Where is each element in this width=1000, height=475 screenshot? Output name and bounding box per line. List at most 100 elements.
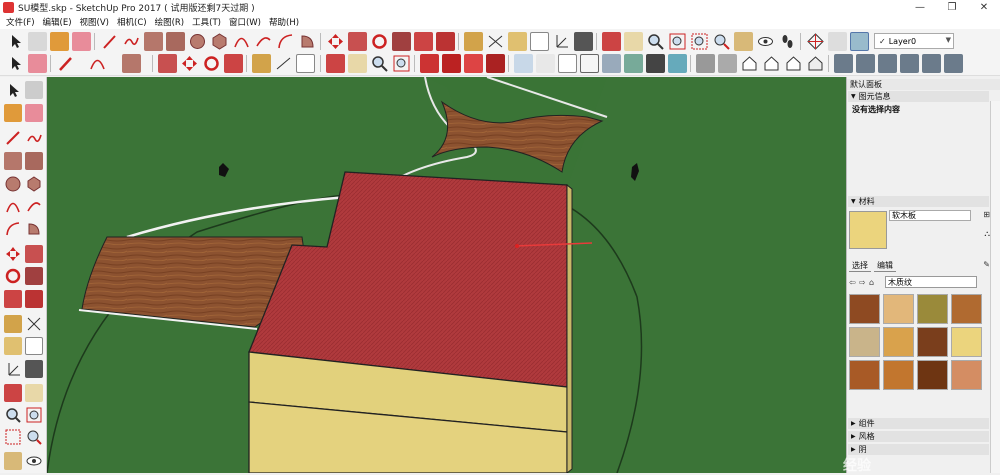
material-swatch[interactable] [917, 360, 948, 390]
zoom-2-icon[interactable] [370, 54, 389, 73]
material-swatch[interactable] [951, 360, 982, 390]
close-button[interactable]: ✕ [968, 0, 1000, 15]
lt-rotated-rect-icon[interactable] [25, 152, 43, 170]
lt-rotate-icon[interactable] [4, 267, 22, 285]
menu-tools[interactable]: 工具(T) [188, 16, 225, 28]
orbit-2-icon[interactable] [326, 54, 345, 73]
orbit-icon[interactable] [602, 32, 621, 51]
material-swatch[interactable] [883, 294, 914, 324]
lt-orbit-icon[interactable] [4, 384, 22, 402]
polygon-icon[interactable] [210, 32, 229, 51]
tab-edit[interactable]: 编辑 [874, 260, 896, 272]
material-swatch[interactable] [883, 360, 914, 390]
extension-warehouse-icon[interactable] [464, 54, 483, 73]
rotate-2-icon[interactable] [202, 54, 221, 73]
monochrome-style-icon[interactable] [646, 54, 665, 73]
3d-text-icon[interactable] [574, 32, 593, 51]
position-camera-icon[interactable] [734, 32, 753, 51]
sample-paint-icon[interactable]: ✎ [983, 260, 990, 269]
back-view-icon[interactable] [784, 54, 803, 73]
lt-component-icon[interactable] [25, 81, 43, 99]
make-component-icon[interactable] [28, 32, 47, 51]
material-swatch[interactable] [917, 327, 948, 357]
tape-measure-icon[interactable] [464, 32, 483, 51]
look-around-icon[interactable] [756, 32, 775, 51]
lt-previous-icon[interactable] [25, 428, 43, 446]
dimension-2-icon[interactable] [274, 54, 293, 73]
material-swatch[interactable] [951, 327, 982, 357]
menu-edit[interactable]: 编辑(E) [39, 16, 76, 28]
offset-icon[interactable] [436, 32, 455, 51]
tray-scrollbar[interactable] [990, 101, 1000, 473]
shadows-header[interactable]: ▶ 阴 [848, 444, 989, 455]
styles-header[interactable]: ▶ 风格 [848, 431, 989, 442]
lt-pie-icon[interactable] [25, 220, 43, 238]
lt-zoom-icon[interactable] [4, 406, 22, 424]
minimize-button[interactable]: — [904, 0, 936, 15]
scale-2-icon[interactable] [224, 54, 243, 73]
zoom-window-icon[interactable] [668, 32, 687, 51]
lt-arc3-icon[interactable] [4, 220, 22, 238]
components-header[interactable]: ▶ 组件 [848, 418, 989, 429]
right-view-icon[interactable] [762, 54, 781, 73]
lt-3d-text-icon[interactable] [25, 360, 43, 378]
arc-dropdown-icon[interactable] [88, 54, 107, 73]
menu-window[interactable]: 窗口(W) [225, 16, 265, 28]
lt-follow-me-icon[interactable] [25, 267, 43, 285]
zoom-extents-2-icon[interactable] [392, 54, 411, 73]
freehand-icon[interactable] [122, 32, 141, 51]
perspective-icon[interactable] [834, 54, 853, 73]
camera-view-icon[interactable] [900, 54, 919, 73]
material-library-dropdown[interactable]: 木质纹 [885, 276, 977, 288]
mono-2-icon[interactable] [668, 54, 687, 73]
pie-icon[interactable] [298, 32, 317, 51]
menu-view[interactable]: 视图(V) [76, 16, 113, 28]
circle-icon[interactable] [188, 32, 207, 51]
lt-arc2-icon[interactable] [25, 197, 43, 215]
move-2-icon[interactable] [180, 54, 199, 73]
shaded-textures-style-icon[interactable] [624, 54, 643, 73]
lt-scale-icon[interactable] [4, 290, 22, 308]
push-pull-2-icon[interactable] [158, 54, 177, 73]
protractor-icon[interactable] [508, 32, 527, 51]
lt-freehand-icon[interactable] [25, 129, 43, 147]
zoom-extents-icon[interactable] [690, 32, 709, 51]
shaded-style-icon[interactable] [602, 54, 621, 73]
lt-zoom-window-icon[interactable] [25, 406, 43, 424]
warehouse-icon[interactable] [420, 54, 439, 73]
paint-bucket-icon[interactable] [50, 32, 69, 51]
pan-2-icon[interactable] [348, 54, 367, 73]
tape-2-icon[interactable] [252, 54, 271, 73]
lt-paint-icon[interactable] [4, 104, 22, 122]
lt-tape-icon[interactable] [4, 315, 22, 333]
entity-info-header[interactable]: ▼ 图元信息 [848, 91, 989, 102]
front-view-icon[interactable] [740, 54, 759, 73]
material-swatch[interactable] [849, 360, 880, 390]
arc-icon[interactable] [232, 32, 251, 51]
back-arrow-icon[interactable]: ⇦ [849, 278, 859, 287]
two-point-perspective-icon[interactable] [878, 54, 897, 73]
two-point-arc-icon[interactable] [254, 32, 273, 51]
lt-eraser-icon[interactable] [25, 104, 43, 122]
maximize-button[interactable]: ❐ [936, 0, 968, 15]
lt-move-icon[interactable] [4, 245, 22, 263]
lt-rectangle-icon[interactable] [4, 152, 22, 170]
move-icon[interactable] [326, 32, 345, 51]
display-section-icon[interactable] [828, 32, 847, 51]
share-model-icon[interactable] [442, 54, 461, 73]
lt-push-pull-icon[interactable] [25, 245, 43, 263]
lt-pan-icon[interactable] [25, 384, 43, 402]
lt-protractor-icon[interactable] [4, 337, 22, 355]
text-2-icon[interactable] [296, 54, 315, 73]
lt-text-icon[interactable] [25, 337, 43, 355]
layer-dropdown[interactable]: ✓ Layer0 ▼ [874, 33, 954, 49]
menu-camera[interactable]: 相机(C) [113, 16, 151, 28]
follow-me-icon[interactable] [392, 32, 411, 51]
scale-icon[interactable] [414, 32, 433, 51]
push-pull-icon[interactable] [348, 32, 367, 51]
iso-view-icon[interactable] [696, 54, 715, 73]
three-point-arc-icon[interactable] [276, 32, 295, 51]
rectangle-icon[interactable] [144, 32, 163, 51]
shapes-dropdown-icon[interactable] [122, 54, 141, 73]
component-warehouse-icon[interactable] [486, 54, 505, 73]
